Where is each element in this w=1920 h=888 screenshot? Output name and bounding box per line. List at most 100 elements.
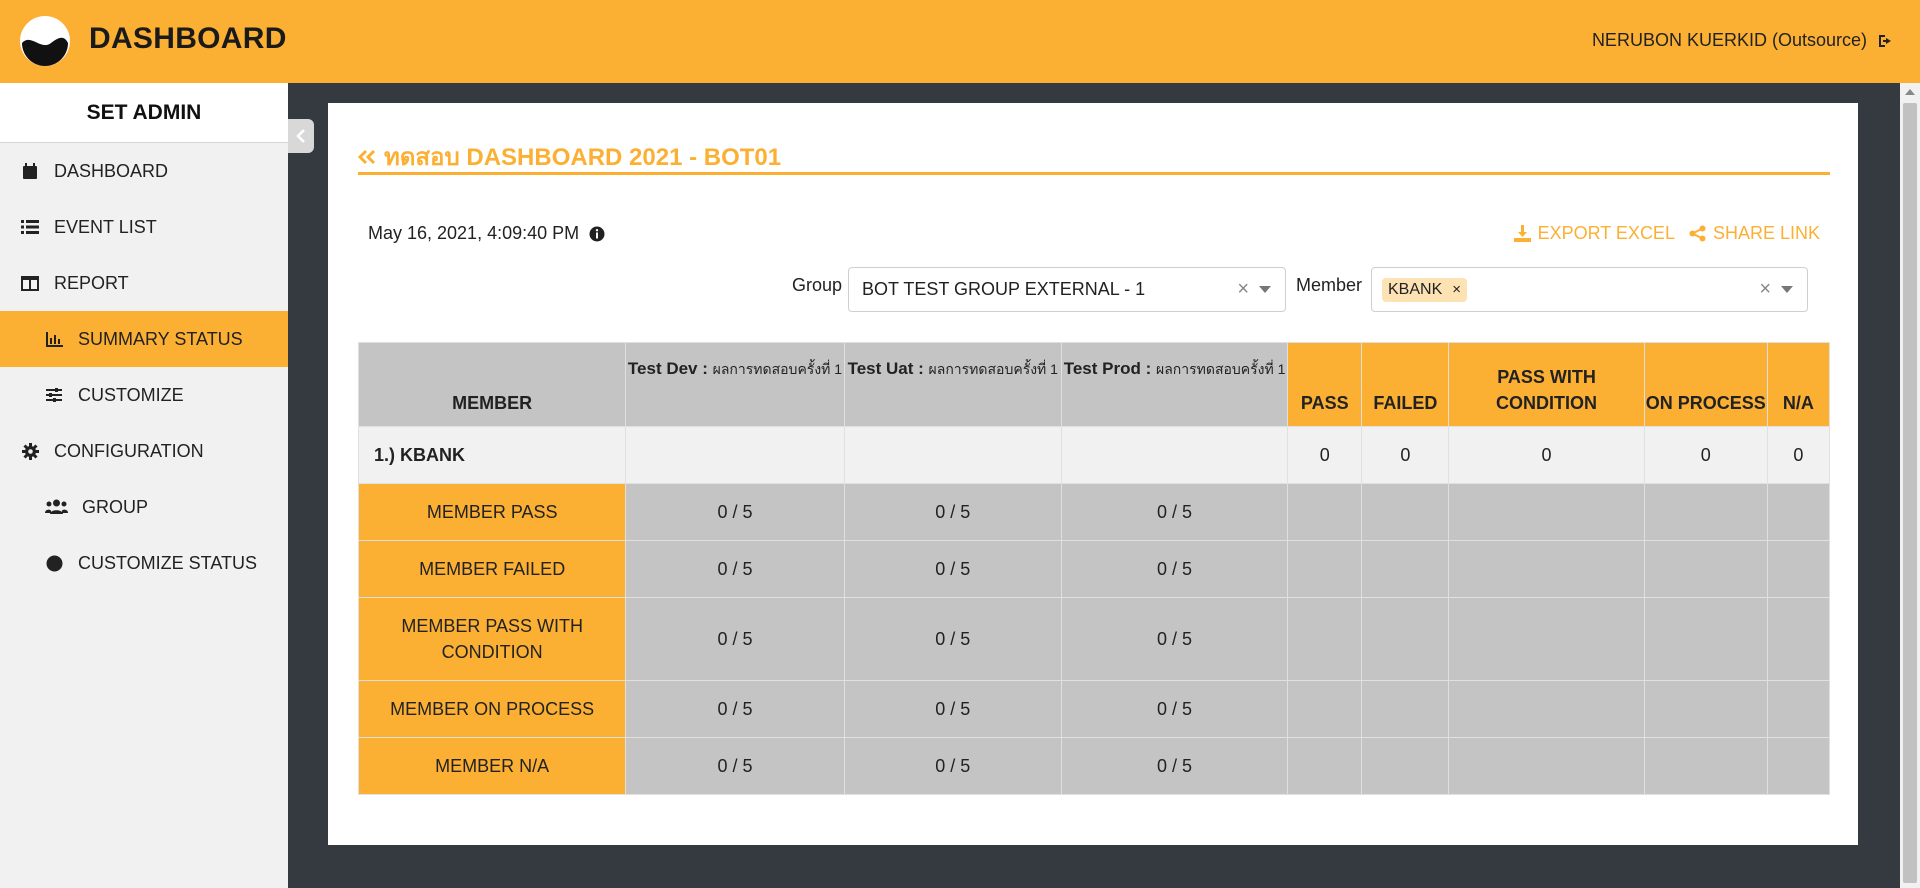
scrollbar-thumb[interactable] xyxy=(1903,103,1917,883)
scroll-up-icon[interactable] xyxy=(1905,89,1915,95)
table-cell xyxy=(1766,680,1831,738)
table-cell xyxy=(843,426,1062,484)
clear-icon[interactable]: × xyxy=(1237,278,1249,301)
page-title[interactable]: ทดสอบ DASHBOARD 2021 - BOT01 xyxy=(358,137,1830,176)
sidebar-item-configuration[interactable]: CONFIGURATION xyxy=(0,423,288,479)
top-header: DASHBOARD NERUBON KUERKID (Outsource) xyxy=(0,0,1920,83)
table-cell xyxy=(1060,426,1289,484)
table-row: MEMBER FAILED 0 / 5 0 / 5 0 / 5 xyxy=(357,540,1831,598)
table-cell xyxy=(1287,483,1363,541)
table-row: MEMBER PASS WITH CONDITION 0 / 5 0 / 5 0… xyxy=(357,597,1831,681)
clear-icon[interactable]: × xyxy=(1759,278,1771,301)
export-excel-label: EXPORT EXCEL xyxy=(1537,223,1675,243)
users-icon xyxy=(44,497,68,517)
content-card: ทดสอบ DASHBOARD 2021 - BOT01 May 16, 202… xyxy=(328,103,1858,845)
chart-bar-icon xyxy=(44,329,64,349)
table-cell xyxy=(1361,597,1450,681)
sidebar-item-customize[interactable]: CUSTOMIZE xyxy=(0,367,288,423)
row-label: MEMBER ON PROCESS xyxy=(357,680,627,738)
info-icon[interactable] xyxy=(589,226,605,242)
table-cell xyxy=(1643,597,1768,681)
sidebar-item-label: CONFIGURATION xyxy=(54,440,204,461)
double-chevron-left-icon[interactable] xyxy=(358,149,376,165)
table-cell xyxy=(1766,737,1831,795)
dev-cell: 0 / 5 xyxy=(625,483,845,541)
gear-icon xyxy=(20,441,40,461)
table-cell xyxy=(1287,540,1363,598)
table-cell xyxy=(1448,737,1645,795)
group-filter-label: Group xyxy=(792,275,843,295)
table-cell xyxy=(1361,737,1450,795)
logo-icon[interactable] xyxy=(19,15,71,67)
sidebar-collapse-button[interactable] xyxy=(288,119,314,153)
col-on-process: ON PROCESS xyxy=(1643,342,1768,427)
sidebar-item-label: EVENT LIST xyxy=(54,216,157,237)
uat-cell: 0 / 5 xyxy=(843,597,1062,681)
dev-cell: 0 / 5 xyxy=(625,540,845,598)
chevron-down-icon[interactable] xyxy=(1781,286,1793,293)
member-filter-label: Member xyxy=(1296,275,1363,295)
table-cell xyxy=(1448,597,1645,681)
columns-icon xyxy=(20,273,40,293)
col-test-uat: Test Uat : ผลการทดสอบครั้งที่ 1 xyxy=(843,342,1062,427)
dev-cell: 0 / 5 xyxy=(625,680,845,738)
table-header-row: MEMBER Test Dev : ผลการทดสอบครั้งที่ 1 T… xyxy=(357,342,1831,427)
sidebar: SET ADMIN DASHBOARD EVENT LIST REPORT SU… xyxy=(0,83,288,888)
table-row: MEMBER PASS 0 / 5 0 / 5 0 / 5 xyxy=(357,483,1831,541)
uat-cell: 0 / 5 xyxy=(843,737,1062,795)
sidebar-item-customize-status[interactable]: CUSTOMIZE STATUS xyxy=(0,535,288,591)
uat-cell: 0 / 5 xyxy=(843,540,1062,598)
sidebar-item-label: CUSTOMIZE STATUS xyxy=(78,552,258,573)
sidebar-title: SET ADMIN xyxy=(0,83,288,143)
download-icon xyxy=(1513,225,1531,242)
remove-chip-icon[interactable]: × xyxy=(1452,281,1461,298)
member-chip[interactable]: KBANK × xyxy=(1382,277,1468,302)
col-test-prod: Test Prod : ผลการทดสอบครั้งที่ 1 xyxy=(1060,342,1289,427)
timestamp-text: May 16, 2021, 4:09:40 PM xyxy=(368,223,580,243)
col-na: N/A xyxy=(1766,342,1831,427)
chevron-down-icon[interactable] xyxy=(1259,286,1271,293)
col-member: MEMBER xyxy=(357,342,627,427)
sidebar-item-dashboard[interactable]: DASHBOARD xyxy=(0,143,288,199)
row-label: MEMBER PASS WITH CONDITION xyxy=(357,597,627,681)
group-select[interactable]: BOT TEST GROUP EXTERNAL - 1 × xyxy=(848,267,1286,312)
sidebar-item-report[interactable]: REPORT xyxy=(0,255,288,311)
pass-count-cell: 0 xyxy=(1287,426,1363,484)
sidebar-item-label: DASHBOARD xyxy=(54,160,169,181)
pass-with-condition-count-cell: 0 xyxy=(1448,426,1645,484)
share-icon xyxy=(1689,225,1706,242)
page-actions: EXPORT EXCEL SHARE LINK xyxy=(1513,223,1820,244)
share-link-label: SHARE LINK xyxy=(1712,223,1820,243)
prod-cell: 0 / 5 xyxy=(1060,737,1289,795)
sidebar-item-event-list[interactable]: EVENT LIST xyxy=(0,199,288,255)
user-menu[interactable]: NERUBON KUERKID (Outsource) xyxy=(1592,30,1895,51)
group-select-value: BOT TEST GROUP EXTERNAL - 1 xyxy=(862,279,1146,299)
col-test-dev: Test Dev : ผลการทดสอบครั้งที่ 1 xyxy=(625,342,845,427)
timestamp: May 16, 2021, 4:09:40 PM xyxy=(368,223,605,244)
logout-icon[interactable] xyxy=(1877,32,1895,50)
table-cell xyxy=(1361,483,1450,541)
table-cell xyxy=(625,426,845,484)
uat-cell: 0 / 5 xyxy=(843,680,1062,738)
row-label: MEMBER PASS xyxy=(357,483,627,541)
table-cell xyxy=(1766,540,1831,598)
table-cell xyxy=(1643,680,1768,738)
page-title-text: ทดสอบ DASHBOARD 2021 - BOT01 xyxy=(384,144,782,171)
prod-cell: 0 / 5 xyxy=(1060,597,1289,681)
sidebar-item-summary-status[interactable]: SUMMARY STATUS xyxy=(0,311,288,367)
circle-icon xyxy=(44,553,64,573)
table-cell xyxy=(1287,737,1363,795)
table-cell xyxy=(1643,737,1768,795)
prod-cell: 0 / 5 xyxy=(1060,540,1289,598)
on-process-count-cell: 0 xyxy=(1643,426,1768,484)
export-excel-button[interactable]: EXPORT EXCEL xyxy=(1513,223,1675,244)
table-cell xyxy=(1361,680,1450,738)
share-link-button[interactable]: SHARE LINK xyxy=(1689,223,1820,244)
user-name: NERUBON KUERKID (Outsource) xyxy=(1591,30,1867,50)
page-scrollbar[interactable] xyxy=(1900,83,1920,888)
member-select[interactable]: KBANK × × xyxy=(1371,267,1808,312)
sliders-icon xyxy=(44,385,64,405)
brand-title: DASHBOARD xyxy=(89,22,287,55)
sidebar-item-group[interactable]: GROUP xyxy=(0,479,288,535)
member-name-cell: 1.) KBANK xyxy=(357,426,627,484)
